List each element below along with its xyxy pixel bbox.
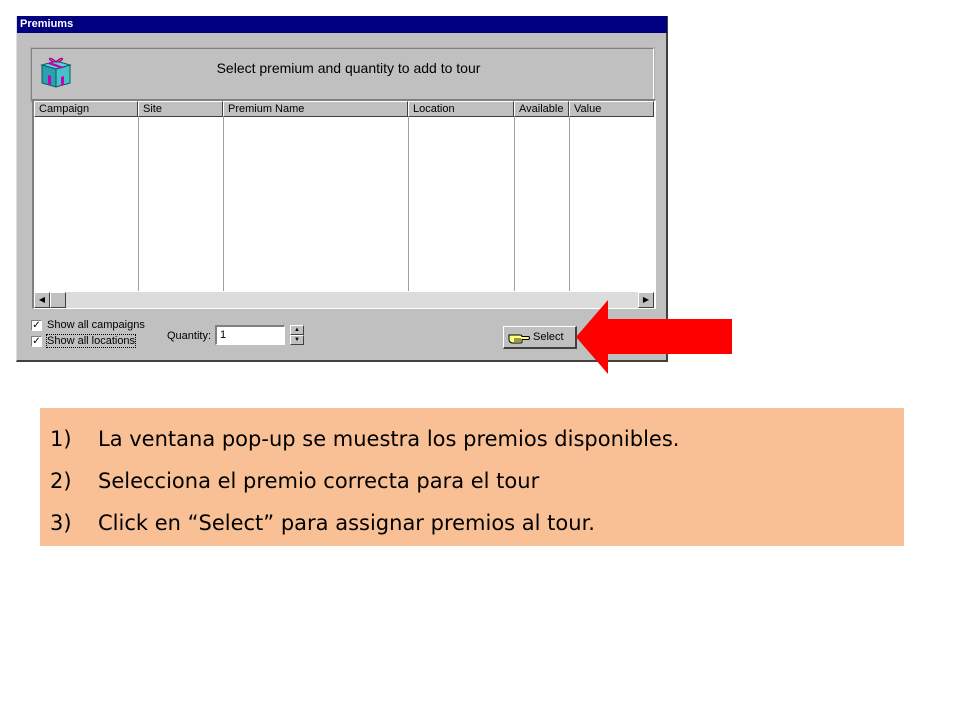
column-divider <box>408 117 409 291</box>
red-arrow-icon <box>576 300 732 374</box>
show-all-campaigns-label[interactable]: Show all campaigns <box>47 319 145 331</box>
select-button-label: Select <box>533 331 564 343</box>
banner-text: Select premium and quantity to add to to… <box>216 60 481 76</box>
instruction-item: 1) La ventana pop-up se muestra los prem… <box>50 418 904 460</box>
premiums-table[interactable]: Campaign Site Premium Name Location Avai… <box>32 99 656 309</box>
column-divider <box>223 117 224 291</box>
instruction-number: 3) <box>50 511 72 535</box>
show-all-campaigns-checkbox[interactable]: ✓ <box>31 319 42 331</box>
show-all-locations-option[interactable]: ✓ Show all locations <box>31 334 137 348</box>
column-header-location[interactable]: Location <box>408 101 514 117</box>
banner: Select premium and quantity to add to to… <box>30 47 655 103</box>
column-header-site[interactable]: Site <box>138 101 223 117</box>
column-header-value[interactable]: Value <box>569 101 654 117</box>
quantity-label: Quantity: <box>167 330 212 342</box>
window-title: Premiums <box>17 16 667 33</box>
show-all-locations-checkbox[interactable]: ✓ <box>31 335 42 347</box>
column-header-available[interactable]: Available <box>514 101 569 117</box>
column-header-premium-name[interactable]: Premium Name <box>223 101 408 117</box>
quantity-input[interactable]: 1 <box>215 325 285 345</box>
instruction-number: 2) <box>50 469 72 493</box>
select-button[interactable]: Select <box>503 326 577 349</box>
pointing-hand-icon <box>508 334 530 344</box>
scroll-left-button[interactable]: ◀ <box>34 292 50 308</box>
premiums-window: Premiums Select premium and quantity to … <box>16 16 668 362</box>
show-all-locations-label[interactable]: Show all locations <box>45 334 137 348</box>
instruction-item: 3) Click en “Select” para assignar premi… <box>50 502 904 544</box>
instruction-item: 2) Selecciona el premio correcta para el… <box>50 460 904 502</box>
column-divider <box>138 117 139 291</box>
column-header-campaign[interactable]: Campaign <box>34 101 138 117</box>
column-divider <box>514 117 515 291</box>
show-all-campaigns-option[interactable]: ✓ Show all campaigns <box>31 318 145 332</box>
instruction-number: 1) <box>50 427 72 451</box>
instruction-text: Selecciona el premio correcta para el to… <box>98 469 540 493</box>
scroll-thumb[interactable] <box>50 292 66 308</box>
instruction-text: La ventana pop-up se muestra los premios… <box>98 427 680 451</box>
quantity-up-button[interactable]: ▲ <box>290 325 304 335</box>
quantity-down-button[interactable]: ▼ <box>290 335 304 345</box>
horizontal-scrollbar[interactable]: ◀ ▶ <box>34 292 654 308</box>
table-header: Campaign Site Premium Name Location Avai… <box>34 101 654 117</box>
quantity-stepper[interactable]: ▲ ▼ <box>290 325 304 345</box>
column-divider <box>569 117 570 291</box>
instruction-text: Click en “Select” para assignar premios … <box>98 511 595 535</box>
instructions-panel: 1) La ventana pop-up se muestra los prem… <box>40 408 904 546</box>
